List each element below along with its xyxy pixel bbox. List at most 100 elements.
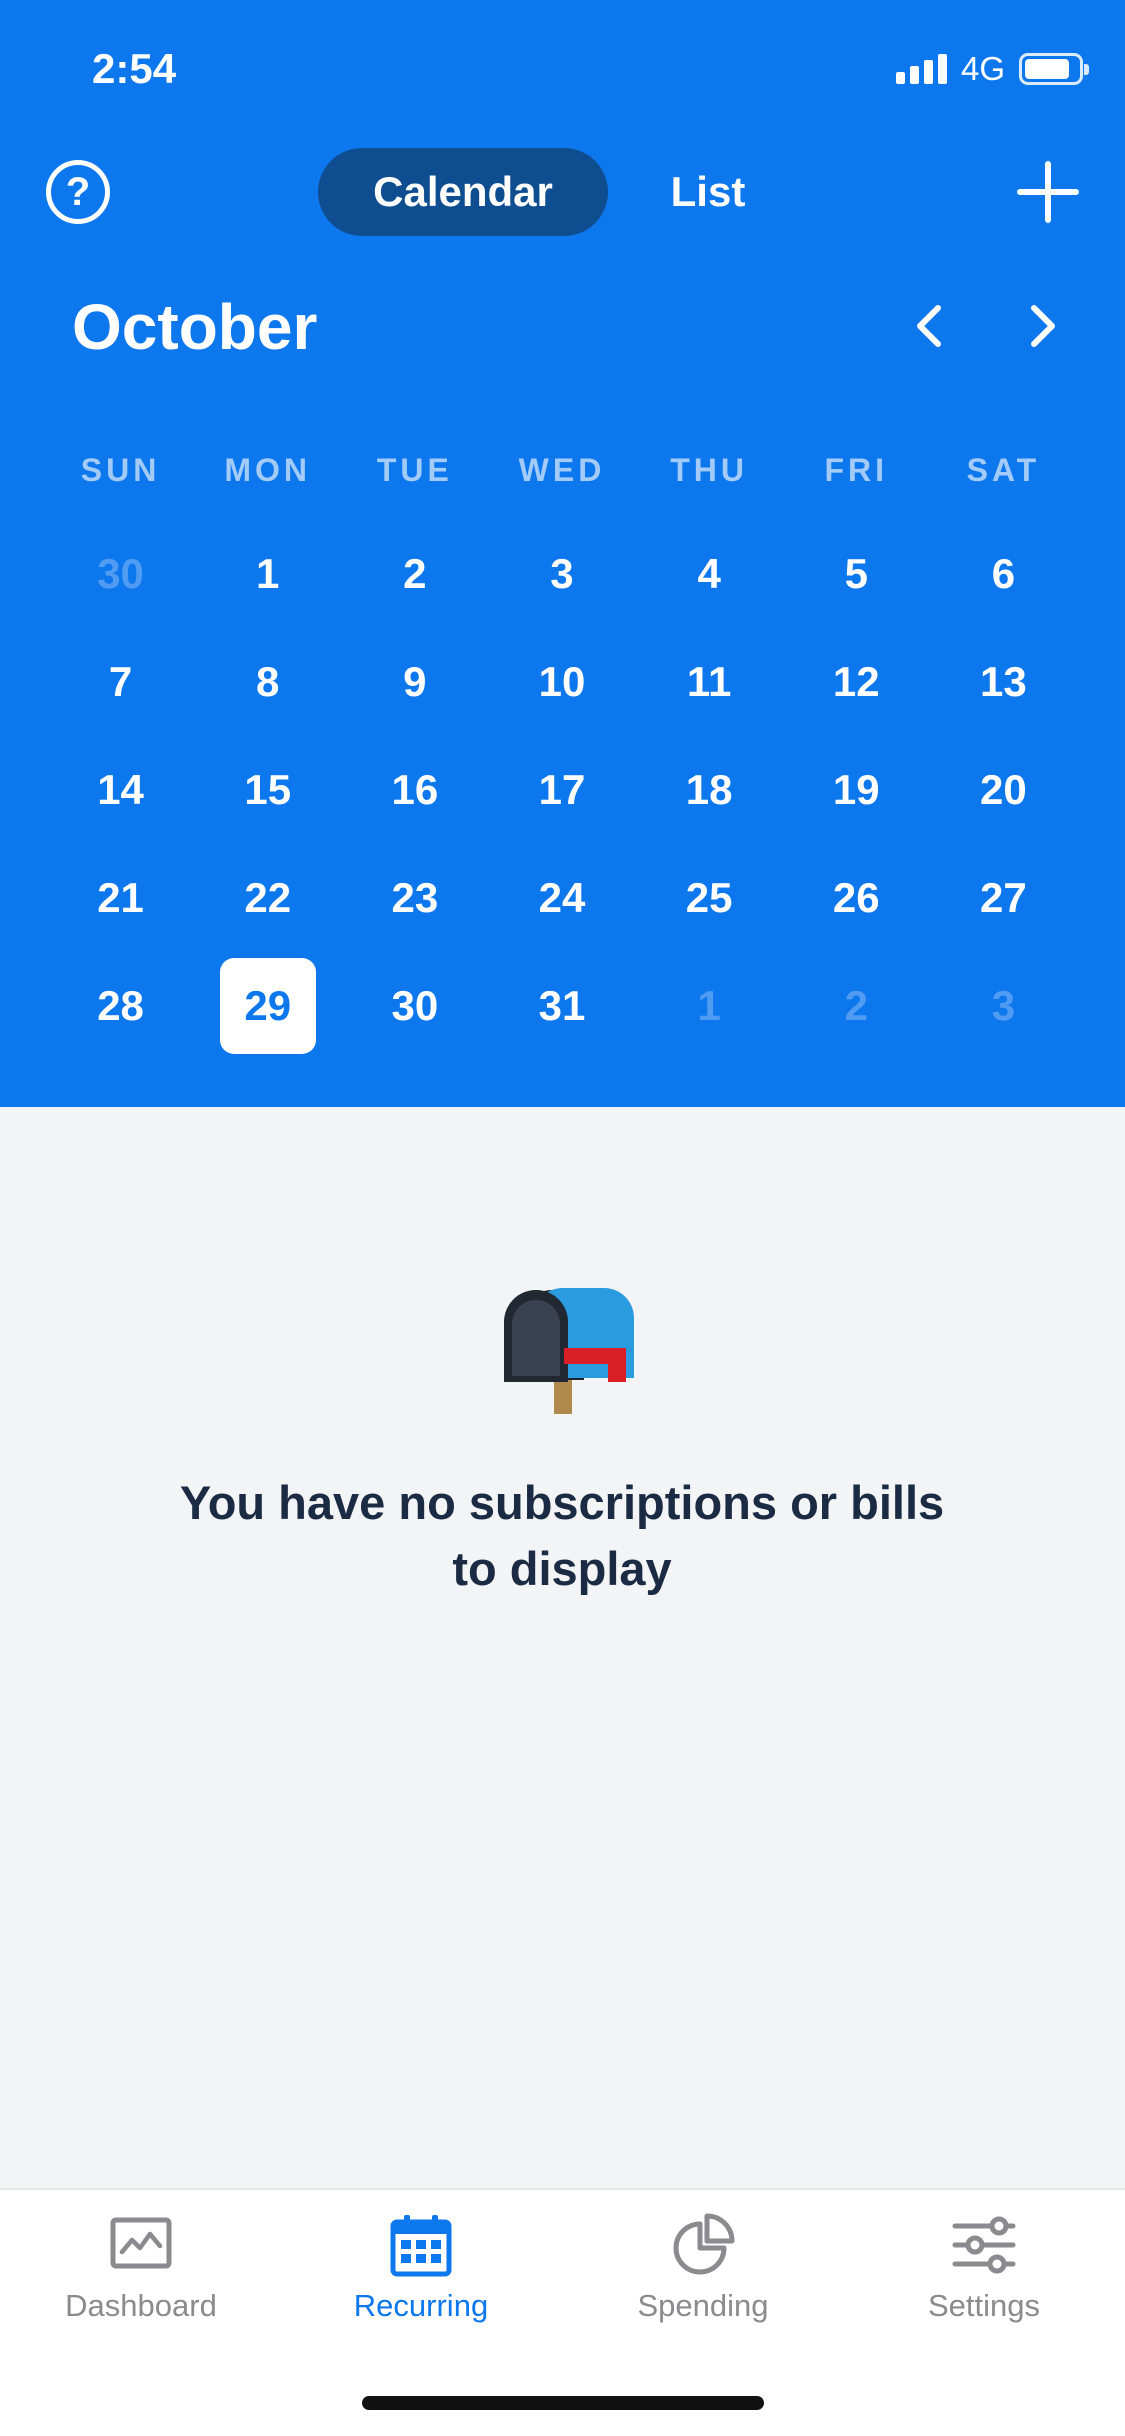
day-number: 2	[403, 550, 427, 597]
calendar-day[interactable]: 10	[488, 628, 635, 736]
calendar-day[interactable]: 15	[194, 736, 341, 844]
tab-label: Recurring	[353, 2288, 489, 2323]
calendar-day[interactable]: 28	[47, 952, 194, 1060]
calendar-day[interactable]: 27	[930, 844, 1077, 952]
calendar-day[interactable]: 4	[636, 520, 783, 628]
day-number: 22	[244, 874, 292, 921]
day-number: 1	[256, 550, 280, 597]
day-number: 18	[685, 766, 733, 813]
segment-list[interactable]: List	[618, 148, 798, 236]
weekday-label: SAT	[966, 452, 1041, 488]
calendar-day[interactable]: 8	[194, 628, 341, 736]
weekday-label: SUN	[80, 452, 161, 488]
day-number: 5	[844, 550, 868, 597]
calendar-day[interactable]: 5	[783, 520, 930, 628]
day-number: 13	[980, 658, 1027, 705]
tab-dashboard[interactable]: Dashboard	[1, 2190, 281, 2324]
calendar-day-outside-month[interactable]: 30	[47, 520, 194, 628]
day-number: 14	[97, 766, 144, 813]
calendar-day[interactable]: 30	[341, 952, 488, 1060]
calendar-day[interactable]: 17	[488, 736, 635, 844]
day-number: 8	[256, 658, 280, 705]
month-title: October	[72, 291, 318, 363]
tab-spending[interactable]: Spending	[563, 2190, 843, 2324]
weekday-label: FRI	[824, 452, 889, 488]
calendar-day-outside-month[interactable]: 1	[636, 952, 783, 1060]
pie-chart-icon	[673, 2213, 735, 2275]
tab-label: Dashboard	[65, 2288, 217, 2323]
calendar-day[interactable]: 1	[194, 520, 341, 628]
calendar-day[interactable]: 26	[783, 844, 930, 952]
day-number: 23	[391, 874, 439, 921]
calendar-day[interactable]: 16	[341, 736, 488, 844]
calendar-day[interactable]: 25	[636, 844, 783, 952]
battery-icon	[1019, 53, 1089, 85]
calendar-icon	[390, 2215, 452, 2277]
weekday-header: SUN MON TUE WED THU FRI SAT	[47, 452, 1077, 489]
calendar-day[interactable]: 20	[930, 736, 1077, 844]
mailbox-icon	[504, 1287, 634, 1414]
weekday-label: THU	[670, 452, 749, 488]
segment-calendar[interactable]: Calendar	[318, 148, 608, 236]
day-number: 12	[832, 658, 880, 705]
sliders-icon	[952, 2216, 1016, 2274]
status-time: 2:54	[92, 45, 177, 92]
day-number: 30	[391, 982, 439, 1029]
tab-settings[interactable]: Settings	[844, 2190, 1124, 2324]
status-indicators: 4G	[895, 50, 1089, 88]
day-number: 30	[97, 550, 144, 597]
calendar-day[interactable]: 13	[930, 628, 1077, 736]
day-number: 29	[219, 958, 316, 1054]
calendar-day[interactable]: 9	[341, 628, 488, 736]
calendar-day[interactable]: 23	[341, 844, 488, 952]
calendar-day[interactable]: 24	[488, 844, 635, 952]
chevron-right-icon[interactable]	[1012, 296, 1072, 356]
day-number: 10	[538, 658, 586, 705]
calendar-day[interactable]: 31	[488, 952, 635, 1060]
calendar-day-outside-month[interactable]: 3	[930, 952, 1077, 1060]
weekday-label: WED	[518, 452, 606, 488]
dashboard-chart-icon	[110, 2217, 172, 2269]
day-number: 16	[391, 766, 439, 813]
calendar-day[interactable]: 11	[636, 628, 783, 736]
calendar-day[interactable]: 2	[341, 520, 488, 628]
day-number: 21	[97, 874, 144, 921]
signal-icon	[895, 54, 947, 84]
calendar-day[interactable]: 19	[783, 736, 930, 844]
weekday-label: TUE	[376, 452, 453, 488]
day-number: 20	[980, 766, 1027, 813]
weekday-label: MON	[224, 452, 312, 488]
day-number: 3	[550, 550, 574, 597]
day-number: 2	[844, 982, 868, 1029]
day-number: 28	[97, 982, 144, 1029]
day-number: 4	[697, 550, 721, 597]
day-number: 15	[244, 766, 292, 813]
calendar-day[interactable]: 22	[194, 844, 341, 952]
calendar-day[interactable]: 6	[930, 520, 1077, 628]
day-number: 9	[403, 658, 427, 705]
calendar-day[interactable]: 14	[47, 736, 194, 844]
network-type: 4G	[960, 50, 1005, 87]
chevron-left-icon[interactable]	[900, 296, 960, 356]
day-number: 19	[832, 766, 880, 813]
calendar-day-outside-month[interactable]: 2	[783, 952, 930, 1060]
tab-recurring[interactable]: Recurring	[281, 2190, 561, 2324]
calendar-day[interactable]: 18	[636, 736, 783, 844]
day-number: 11	[686, 658, 732, 705]
calendar-day[interactable]: 7	[47, 628, 194, 736]
add-icon[interactable]	[1016, 160, 1080, 224]
day-number: 26	[832, 874, 880, 921]
calendar-day[interactable]: 3	[488, 520, 635, 628]
home-indicator[interactable]	[362, 2396, 764, 2410]
calendar-day[interactable]: 21	[47, 844, 194, 952]
calendar-day[interactable]: 12	[783, 628, 930, 736]
empty-state-message: You have no subscriptions or bills to di…	[179, 1476, 945, 1595]
view-segmented-control: Calendar List	[318, 148, 798, 236]
day-number: 6	[991, 550, 1016, 597]
calendar-grid: 30 1 2 3 4 5 6 7 8 9 10 11 12 13 14 15 1…	[47, 520, 1077, 1060]
calendar-day-selected[interactable]: 29	[194, 952, 341, 1060]
help-icon[interactable]: ?	[46, 160, 110, 224]
day-number: 31	[538, 982, 586, 1029]
day-number: 1	[697, 982, 721, 1029]
tab-label: Settings	[927, 2288, 1040, 2323]
